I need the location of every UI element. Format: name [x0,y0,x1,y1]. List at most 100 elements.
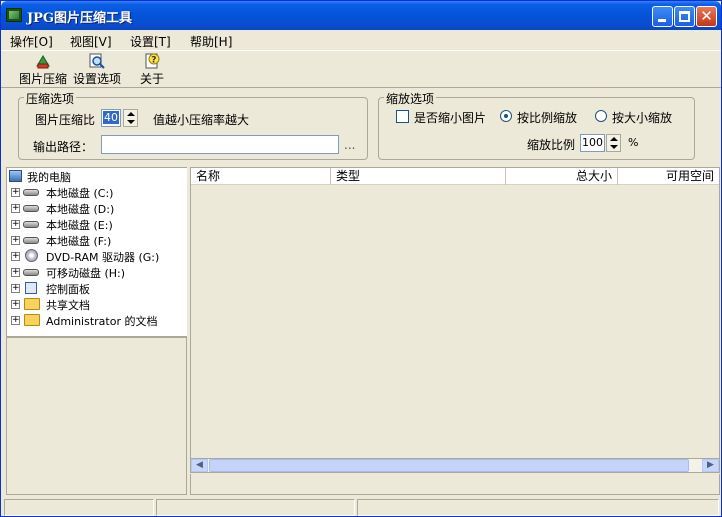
control-panel-icon [25,282,37,294]
computer-icon [9,170,22,182]
status-panel [357,499,719,516]
column-free-space[interactable]: 可用空间 [618,168,719,185]
magnifier-settings-icon [88,53,106,69]
expand-icon: + [11,235,20,245]
expand-icon: + [11,219,20,229]
menu-settings[interactable]: 设置[T] [130,33,171,50]
expand-icon: + [11,299,20,309]
scale-ratio-label: 缩放比例 [527,138,576,152]
tree-item[interactable]: + 可移动磁盘 (H:) [7,264,188,280]
tree-root-label: 我的电脑 [27,171,71,184]
status-panel [156,499,355,516]
status-panel [4,499,154,516]
tree-item[interactable]: + 本地磁盘 (E:) [7,216,188,232]
by-ratio-label: 按比例缩放 [517,111,578,125]
tree-item[interactable]: + Administrator 的文档 [7,312,188,328]
scroll-left-icon[interactable]: ◀ [191,459,208,472]
by-size-radio[interactable] [595,110,607,122]
app-icon [6,8,22,22]
column-type[interactable]: 类型 [331,168,506,185]
expand-icon: + [11,315,20,325]
ratio-label: 图片压缩比 [35,113,96,127]
spin-up-icon [127,112,135,116]
hard-drive-icon [23,237,39,244]
folder-icon [24,314,40,326]
scale-unit: % [628,136,639,149]
about-label: 关于 [139,72,164,86]
dvd-drive-icon [25,249,38,262]
menu-operate[interactable]: 操作[O] [10,33,53,50]
shrink-label: 是否缩小图片 [414,111,487,125]
scroll-right-icon[interactable]: ▶ [702,459,719,472]
tree-item[interactable]: + 共享文档 [7,296,188,312]
tree-item[interactable]: + 控制面板 [7,280,188,296]
tree-item[interactable]: + 本地磁盘 (C:) [7,184,188,200]
minimize-icon [658,19,666,22]
title-bar[interactable]: JPG图片压缩工具 ✕ [1,1,721,30]
by-ratio-radio[interactable] [500,110,512,122]
list-header: 名称 类型 总大小 可用空间 [191,168,719,185]
spin-down-icon [610,145,618,149]
expand-icon: + [11,187,20,197]
output-path-label: 输出路径： [33,140,94,154]
maximize-button[interactable] [674,6,695,27]
scroll-thumb[interactable] [209,459,689,472]
folder-tree[interactable]: 我的电脑 + 本地磁盘 (C:) + 本地磁盘 (D:) + 本地磁盘 (E:)… [6,167,187,337]
close-icon: ✕ [700,7,713,25]
window-title: JPG图片压缩工具 [27,11,133,26]
output-path-input[interactable] [101,135,339,154]
hard-drive-icon [23,221,39,228]
scale-ratio-spinner[interactable] [606,134,621,152]
toolbar: 图片压缩 设置选项 ? 关于 [1,50,721,88]
close-button[interactable]: ✕ [696,6,717,27]
folder-icon [24,298,40,310]
column-name[interactable]: 名称 [191,168,331,185]
compress-icon [34,53,52,69]
scale-options-group: 缩放选项 是否缩小图片 按比例缩放 按大小缩放 缩放比例 100 % [378,90,695,160]
shrink-checkbox[interactable] [396,110,409,123]
ratio-value: 40 [103,111,119,124]
menu-view[interactable]: 视图[V] [70,33,112,50]
compress-button[interactable]: 图片压缩 [17,53,69,87]
ratio-input[interactable]: 40 [101,109,121,127]
scale-ratio-value: 100 [582,136,603,149]
hard-drive-icon [23,205,39,212]
tree-item[interactable]: + 本地磁盘 (F:) [7,232,188,248]
list-footer-panel [190,474,720,495]
menu-bar: 操作[O] 视图[V] 设置[T] 帮助[H] [1,30,721,49]
tree-root[interactable]: 我的电脑 [7,168,188,184]
tree-item[interactable]: + DVD-RAM 驱动器 (G:) [7,248,188,264]
tree-lower-panel [6,337,187,495]
column-total-size[interactable]: 总大小 [506,168,618,185]
hard-drive-icon [23,189,39,196]
by-size-label: 按大小缩放 [612,111,673,125]
scale-ratio-input[interactable]: 100 [580,134,605,152]
ratio-hint: 值越小压缩率越大 [153,113,250,127]
expand-icon: + [11,267,20,277]
svg-text:?: ? [151,56,156,66]
help-question-icon: ? [143,53,161,69]
browse-button[interactable]: ... [344,138,355,152]
minimize-button[interactable] [652,6,673,27]
spin-down-icon [127,120,135,124]
removable-drive-icon [23,269,39,276]
scale-options-legend: 缩放选项 [384,90,437,107]
compress-options-legend: 压缩选项 [24,90,77,107]
ratio-spinner[interactable] [123,109,138,127]
maximize-icon [679,11,690,22]
file-list[interactable]: 名称 类型 总大小 可用空间 [190,167,720,472]
compress-options-group: 压缩选项 图片压缩比 40 值越小压缩率越大 输出路径： ... [18,90,368,160]
app-window: JPG图片压缩工具 ✕ 操作[O] 视图[V] 设置[T] 帮助[H] 图片压缩… [0,0,722,517]
tree-item[interactable]: + 本地磁盘 (D:) [7,200,188,216]
horizontal-scrollbar[interactable]: ◀ ▶ [190,458,720,473]
expand-icon: + [11,251,20,261]
compress-label: 图片压缩 [18,72,67,86]
settings-button[interactable]: 设置选项 [71,53,123,87]
expand-icon: + [11,283,20,293]
settings-label: 设置选项 [72,72,121,86]
menu-help[interactable]: 帮助[H] [190,33,232,50]
about-button[interactable]: ? 关于 [135,53,169,87]
expand-icon: + [11,203,20,213]
spin-up-icon [610,137,618,141]
status-bar [1,497,721,516]
